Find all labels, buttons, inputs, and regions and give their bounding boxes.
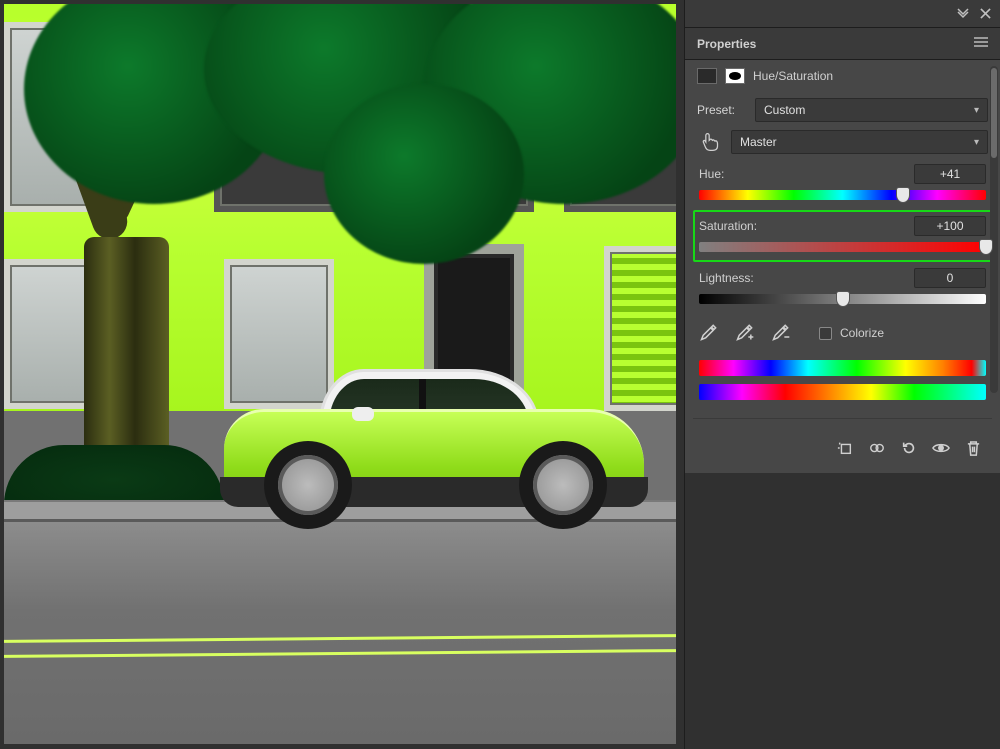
- hue-slider[interactable]: [699, 190, 986, 200]
- eyedropper-subtract-icon[interactable]: [771, 322, 793, 344]
- panel-scrollbar[interactable]: [990, 66, 998, 393]
- output-spectrum-bar[interactable]: [699, 384, 986, 400]
- panel-footer: [693, 418, 992, 465]
- channel-value: Master: [740, 135, 777, 149]
- adjustment-type-row: Hue/Saturation: [693, 66, 992, 94]
- adjustment-thumb-icon[interactable]: [697, 68, 717, 84]
- hue-value-input[interactable]: +41: [914, 164, 986, 184]
- input-spectrum-bar[interactable]: [699, 360, 986, 376]
- panel-menu-icon[interactable]: [974, 37, 988, 50]
- panel-empty-area: [685, 473, 1000, 749]
- preset-select[interactable]: Custom ▾: [755, 98, 988, 122]
- adjustment-name: Hue/Saturation: [753, 69, 833, 83]
- saturation-slider-thumb[interactable]: [980, 240, 992, 254]
- preset-value: Custom: [764, 103, 805, 117]
- hue-slider-thumb[interactable]: [897, 188, 909, 202]
- hue-label: Hue:: [699, 167, 724, 181]
- panel-header: Properties: [685, 28, 1000, 60]
- chevron-down-icon: ▾: [974, 137, 979, 148]
- visibility-icon[interactable]: [932, 439, 950, 457]
- panel-top-bar: [685, 0, 1000, 28]
- reset-icon[interactable]: [900, 439, 918, 457]
- collapse-icon[interactable]: [956, 7, 970, 21]
- saturation-label: Saturation:: [699, 219, 757, 233]
- lightness-slider-block: Lightness: 0: [693, 262, 992, 314]
- trash-icon[interactable]: [964, 439, 982, 457]
- chevron-down-icon: ▾: [974, 105, 979, 116]
- lightness-slider-thumb[interactable]: [837, 292, 849, 306]
- eyedropper-add-icon[interactable]: [735, 322, 757, 344]
- canvas-area: [0, 0, 684, 749]
- clip-to-layer-icon[interactable]: [836, 439, 854, 457]
- saturation-value-input[interactable]: +100: [914, 216, 986, 236]
- preset-label: Preset:: [697, 103, 747, 117]
- eyedropper-icon[interactable]: [699, 322, 721, 344]
- view-previous-icon[interactable]: [868, 439, 886, 457]
- channel-select[interactable]: Master ▾: [731, 130, 988, 154]
- saturation-slider-block: Saturation: +100: [693, 210, 992, 262]
- colorize-label: Colorize: [840, 326, 884, 340]
- lightness-slider[interactable]: [699, 294, 986, 304]
- hue-slider-block: Hue: +41: [693, 158, 992, 210]
- layer-mask-icon[interactable]: [725, 68, 745, 84]
- document-image[interactable]: [4, 4, 676, 744]
- close-icon[interactable]: [978, 7, 992, 21]
- panel-title: Properties: [697, 37, 756, 51]
- colorize-checkbox[interactable]: [819, 327, 832, 340]
- targeted-adjustment-icon[interactable]: [697, 131, 723, 153]
- lightness-label: Lightness:: [699, 271, 754, 285]
- lightness-value-input[interactable]: 0: [914, 268, 986, 288]
- saturation-slider[interactable]: [699, 242, 986, 252]
